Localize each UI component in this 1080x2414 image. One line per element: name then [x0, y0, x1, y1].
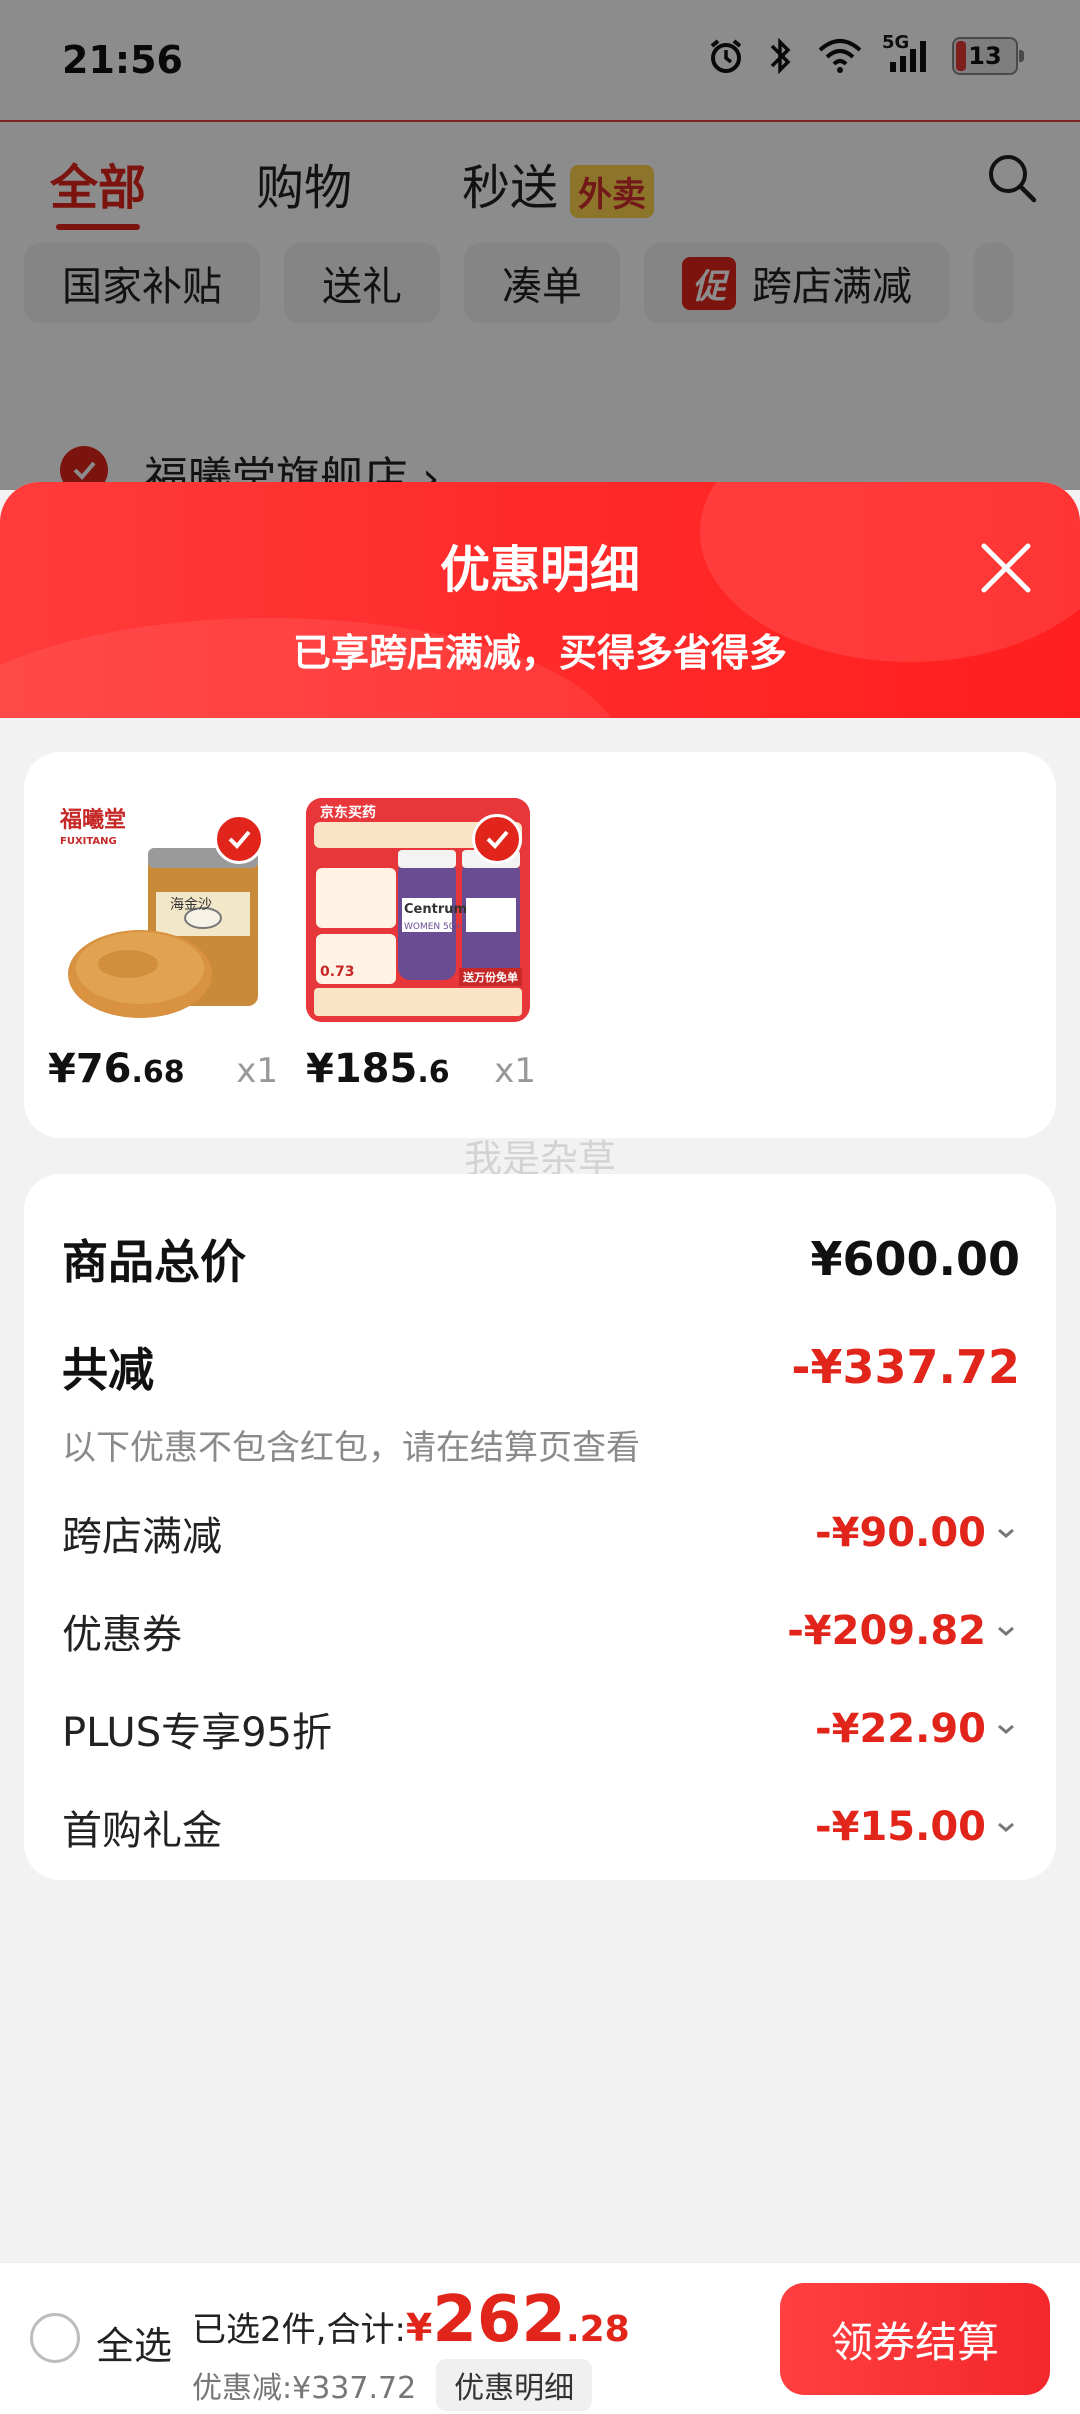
saved-amount: 优惠减:¥337.72 — [192, 2371, 417, 2406]
discount-item-label: 首购礼金 — [62, 1808, 222, 1854]
product-thumbnail: 福曦堂 FUXITANG 海金沙 — [48, 798, 272, 1022]
discount-item-label: 优惠券 — [62, 1612, 182, 1658]
discount-detail-sheet: 优惠明细 已享跨店满减，买得多省得多 福曦堂 FUXITANG 海金沙 ¥76.… — [0, 482, 1080, 2414]
product-price: ¥76.68 — [48, 1046, 185, 1092]
cart-page-background: 21:56 5G 13 全部 购物 秒送 外卖 国家补贴 送礼 凑单 促 跨店满… — [0, 0, 1080, 576]
product-price: ¥185.6 — [306, 1046, 450, 1092]
total-line: 已选2件,合计: ¥ 262 .28 — [192, 2283, 630, 2357]
total-price-row: 商品总价 ¥600.00 — [62, 1226, 1020, 1292]
checkout-button[interactable]: 领券结算 — [780, 2283, 1050, 2395]
summary-card: 商品总价 ¥600.00 共减 -¥337.72 以下优惠不包含红包，请在结算页… — [24, 1174, 1056, 1880]
sheet-subtitle: 已享跨店满减，买得多省得多 — [292, 631, 787, 675]
total-discount-row: 共减 -¥337.72 — [62, 1334, 1020, 1400]
total-discount-label: 共减 — [62, 1343, 154, 1397]
total-discount-value: -¥337.72 — [791, 1340, 1020, 1394]
discount-item-value: -¥209.82 — [787, 1608, 986, 1654]
product-price-dec: .6 — [417, 1055, 450, 1090]
product-check-icon[interactable] — [472, 814, 522, 864]
product-brand: 福曦堂 — [60, 808, 127, 833]
total-price-value: ¥600.00 — [810, 1232, 1020, 1286]
sheet-header: 优惠明细 已享跨店满减，买得多省得多 — [0, 482, 1080, 718]
chevron-down-icon — [998, 1528, 1014, 1538]
discount-item-row[interactable]: 优惠券 -¥209.82 — [62, 1602, 1020, 1660]
discount-item-label: PLUS专享95折 — [62, 1710, 332, 1756]
discount-item-row[interactable]: PLUS专享95折 -¥22.90 — [62, 1700, 1020, 1758]
product-sub: WOMEN 50+ — [404, 922, 463, 932]
product-store-tag: 京东买药 — [320, 805, 376, 821]
chevron-down-icon — [998, 1724, 1014, 1734]
product-brand: Centrum — [404, 902, 468, 917]
discount-item-row[interactable]: 跨店满减 -¥90.00 — [62, 1504, 1020, 1562]
product-qty: x1 — [236, 1051, 278, 1091]
select-all-label[interactable]: 全选 — [96, 2315, 172, 2370]
product-item[interactable]: 京东买药 Centrum WOMEN 50+ 0.73 送万份免单 ¥185.6… — [306, 798, 536, 1092]
checkout-bar: 全选 已选2件,合计: ¥ 262 .28 优惠减:¥337.72 优惠明细 领… — [0, 2262, 1080, 2414]
product-price-int: ¥185 — [306, 1046, 418, 1092]
products-card: 福曦堂 FUXITANG 海金沙 ¥76.68 x1 京东买药 Centrum … — [24, 752, 1056, 1138]
product-price-dec: .68 — [131, 1055, 185, 1090]
product-check-icon[interactable] — [214, 814, 264, 864]
total-amount-dec: .28 — [565, 2309, 630, 2350]
discount-item-row[interactable]: 首购礼金 -¥15.00 — [62, 1798, 1020, 1856]
product-price-int: ¥76 — [48, 1046, 132, 1092]
chevron-down-icon — [998, 1626, 1014, 1636]
product-thumbnail: 京东买药 Centrum WOMEN 50+ 0.73 送万份免单 — [306, 798, 530, 1022]
product-package-label: 海金沙 — [170, 897, 212, 913]
total-amount-int: 262 — [432, 2283, 566, 2357]
sheet-title: 优惠明细 — [440, 541, 640, 599]
total-price-label: 商品总价 — [62, 1235, 246, 1289]
product-brand-en: FUXITANG — [60, 836, 117, 847]
discount-detail-button[interactable]: 优惠明细 — [436, 2359, 593, 2411]
product-item[interactable]: 福曦堂 FUXITANG 海金沙 ¥76.68 x1 — [48, 798, 278, 1092]
select-all-checkbox[interactable] — [30, 2313, 80, 2363]
product-promo-price: 0.73 — [320, 964, 355, 980]
close-icon[interactable] — [968, 530, 1044, 606]
discount-item-label: 跨店满减 — [62, 1514, 222, 1560]
discount-note: 以下优惠不包含红包，请在结算页查看 — [62, 1428, 640, 1468]
saved-line: 优惠减:¥337.72 优惠明细 — [192, 2359, 593, 2411]
chevron-down-icon — [998, 1822, 1014, 1832]
currency-symbol: ¥ — [405, 2306, 433, 2350]
dim-overlay[interactable] — [0, 0, 1080, 490]
discount-item-value: -¥22.90 — [815, 1706, 986, 1752]
discount-item-value: -¥90.00 — [815, 1510, 986, 1556]
product-qty: x1 — [494, 1051, 536, 1091]
selected-count-text: 已选2件,合计: — [192, 2310, 406, 2350]
product-promo-tag: 送万份免单 — [459, 968, 522, 986]
discount-item-value: -¥15.00 — [815, 1804, 986, 1850]
